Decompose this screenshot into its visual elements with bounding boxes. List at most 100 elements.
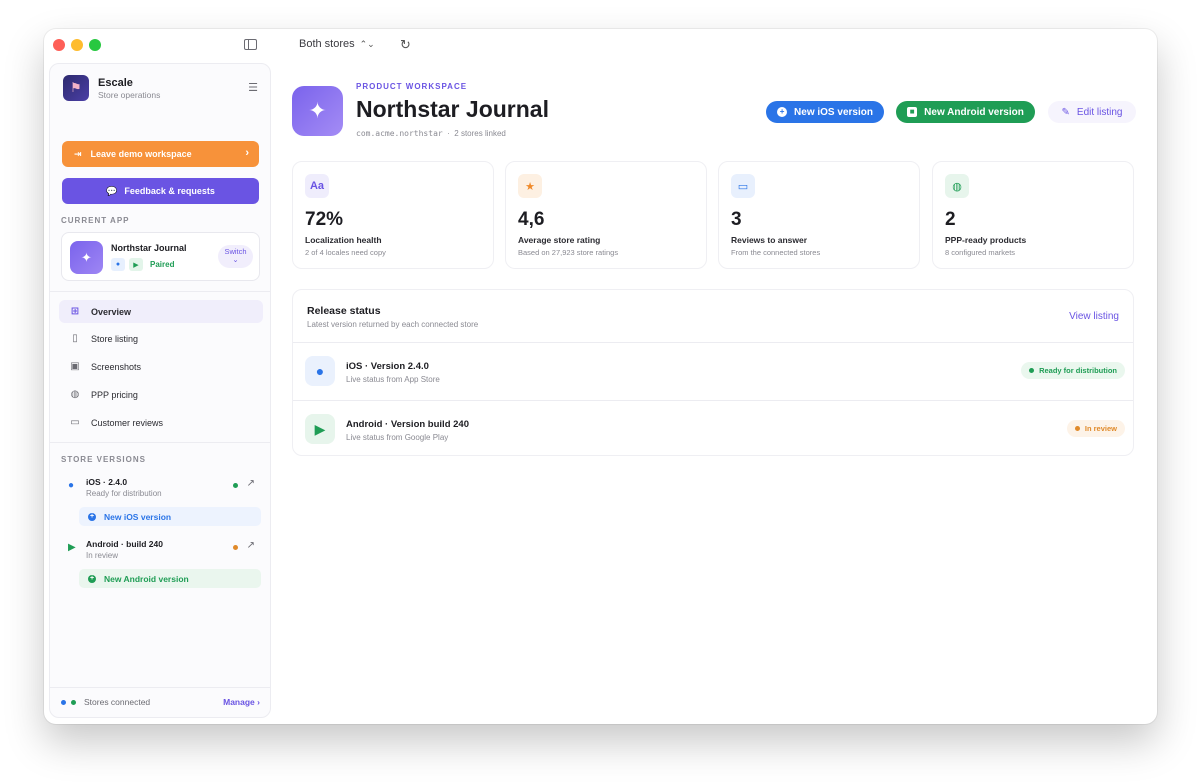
- brand-logo: ⚑: [63, 75, 89, 101]
- play-icon: ▶: [68, 542, 76, 553]
- stat-value: 72%: [305, 209, 344, 230]
- title-bar: Both stores ⌃⌄ ↻: [44, 29, 1157, 63]
- nav-item-ppp-pricing[interactable]: ◍ PPP pricing: [59, 383, 263, 406]
- status-badge: In review: [1066, 420, 1125, 437]
- sidebar: ⚑ Escale Store operations ☰ ⇥ Leave demo…: [49, 63, 271, 718]
- stat-value: 2: [945, 209, 956, 230]
- stat-card-rating: ★ 4,6 Average store rating Based on 27,9…: [505, 161, 707, 269]
- star-icon: ★: [518, 174, 542, 198]
- stat-value: 4,6: [518, 209, 545, 230]
- nav-item-label: Screenshots: [91, 361, 142, 372]
- globe-icon: ◍: [945, 174, 969, 198]
- stat-value: 3: [731, 209, 742, 230]
- plus-icon: +: [88, 574, 96, 583]
- status-dot: [1074, 426, 1080, 431]
- chevron-updown-icon: ⌃⌄: [359, 38, 375, 49]
- grid-icon: ⊞: [70, 306, 80, 317]
- switch-app-button[interactable]: Switch ⌄: [218, 245, 253, 268]
- pencil-icon: ✎: [1061, 106, 1070, 118]
- page-title: Northstar Journal: [356, 96, 549, 122]
- external-link-icon[interactable]: ↗: [247, 478, 255, 489]
- stat-label: Reviews to answer: [731, 235, 808, 245]
- zoom-window-button[interactable]: [89, 39, 101, 51]
- current-app-name: Northstar Journal: [111, 243, 187, 253]
- typography-icon: Aa: [305, 174, 329, 198]
- release-row-ios: ● iOS · Version 2.4.0 Live status from A…: [305, 356, 1125, 388]
- manage-label: Manage: [223, 697, 255, 707]
- box-icon: ■: [907, 107, 918, 117]
- chevron-down-icon: ⌄: [232, 255, 239, 265]
- ios-version-status: Ready for distribution: [86, 489, 162, 498]
- plus-icon: +: [88, 512, 96, 521]
- exit-icon: ⇥: [74, 148, 82, 159]
- document-icon: ▯: [72, 333, 78, 344]
- status-dot: [1029, 368, 1035, 373]
- view-listing-link[interactable]: View listing: [1069, 311, 1119, 322]
- current-app-label: CURRENT APP: [61, 216, 130, 225]
- play-icon: ▶: [129, 258, 143, 271]
- release-row-name: iOS · Version 2.4.0: [346, 361, 429, 372]
- android-version-title: Android · build 240: [86, 539, 163, 549]
- status-dot: [233, 483, 238, 488]
- chevron-right-icon: ›: [245, 147, 249, 159]
- nav-item-customer-reviews[interactable]: ▭ Customer reviews: [59, 411, 263, 434]
- store-versions-label: STORE VERSIONS: [61, 455, 146, 464]
- nav-item-overview[interactable]: ⊞ Overview: [59, 300, 263, 323]
- stat-subtitle: 2 of 4 locales need copy: [305, 248, 386, 257]
- android-version-status: In review: [86, 551, 119, 560]
- nav-item-screenshots[interactable]: ▣ Screenshots: [59, 355, 263, 378]
- stat-label: PPP-ready products: [945, 235, 1027, 245]
- minimize-window-button[interactable]: [71, 39, 83, 51]
- current-app-platforms: ● ▶ Paired: [111, 258, 174, 271]
- main-content: PRODUCT WORKSPACE ✦ Northstar Journal co…: [292, 63, 1152, 718]
- brand-subtitle: Store operations: [98, 89, 161, 100]
- nav-item-label: Store listing: [91, 333, 139, 344]
- stores-connected-label: Stores connected: [84, 697, 151, 707]
- status-dot: [61, 700, 66, 705]
- new-ios-version-header-button[interactable]: + New iOS version: [766, 101, 884, 123]
- button-label: New iOS version: [794, 106, 873, 118]
- sliders-icon[interactable]: ☰: [248, 81, 258, 94]
- stores-linked: 2 stores linked: [454, 129, 506, 138]
- leave-demo-label: Leave demo workspace: [90, 149, 192, 159]
- plus-icon: +: [777, 107, 788, 117]
- sparkles-icon: ✦: [70, 241, 103, 274]
- divider: [50, 442, 270, 443]
- chat-icon: ▭: [731, 174, 755, 198]
- store-select[interactable]: Both stores ⌃⌄: [299, 38, 375, 50]
- release-status-card: Release status Latest version returned b…: [292, 289, 1134, 456]
- meta-separator: ·: [447, 129, 450, 138]
- stat-subtitle: 8 configured markets: [945, 248, 1016, 257]
- close-window-button[interactable]: [53, 39, 65, 51]
- stat-subtitle: Based on 27,923 store ratings: [518, 248, 619, 257]
- ios-version-title: iOS · 2.4.0: [86, 477, 128, 487]
- stat-card-reviews: ▭ 3 Reviews to answer From the connected…: [718, 161, 920, 269]
- button-label: New Android version: [924, 106, 1024, 118]
- new-android-version-label: New Android version: [104, 573, 189, 584]
- manage-stores-link[interactable]: Manage ›: [223, 697, 260, 707]
- new-ios-version-button[interactable]: + New iOS version: [79, 507, 261, 526]
- speech-bubbles-icon: 💬: [106, 185, 118, 196]
- status-badge-label: Ready for distribution: [1039, 366, 1117, 375]
- status-dot: [233, 545, 238, 550]
- new-android-version-header-button[interactable]: ■ New Android version: [896, 101, 1035, 123]
- refresh-icon[interactable]: ↻: [400, 37, 411, 53]
- sidebar-toggle-icon[interactable]: [244, 39, 257, 50]
- app-window: Both stores ⌃⌄ ↻ ⚑ Escale Store operatio…: [44, 29, 1157, 724]
- app-meta: com.acme.northstar · 2 stores linked: [356, 129, 506, 138]
- nav-item-label: PPP pricing: [91, 389, 138, 400]
- sparkles-icon: ✦: [292, 86, 343, 136]
- stat-card-localization: Aa 72% Localization health 2 of 4 locale…: [292, 161, 494, 269]
- brand: ⚑ Escale Store operations: [63, 75, 160, 101]
- new-android-version-button[interactable]: + New Android version: [79, 569, 261, 588]
- new-ios-version-label: New iOS version: [104, 511, 172, 522]
- nav-item-label: Overview: [91, 306, 132, 317]
- leave-demo-button[interactable]: ⇥ Leave demo workspace ›: [62, 141, 259, 167]
- feedback-button[interactable]: 💬 Feedback & requests: [62, 178, 259, 204]
- stat-subtitle: From the connected stores: [731, 248, 821, 257]
- store-select-label: Both stores: [299, 38, 355, 50]
- edit-listing-button[interactable]: ✎ Edit listing: [1048, 101, 1136, 123]
- divider: [293, 342, 1133, 343]
- external-link-icon[interactable]: ↗: [247, 540, 255, 551]
- nav-item-store-listing[interactable]: ▯ Store listing: [59, 327, 263, 350]
